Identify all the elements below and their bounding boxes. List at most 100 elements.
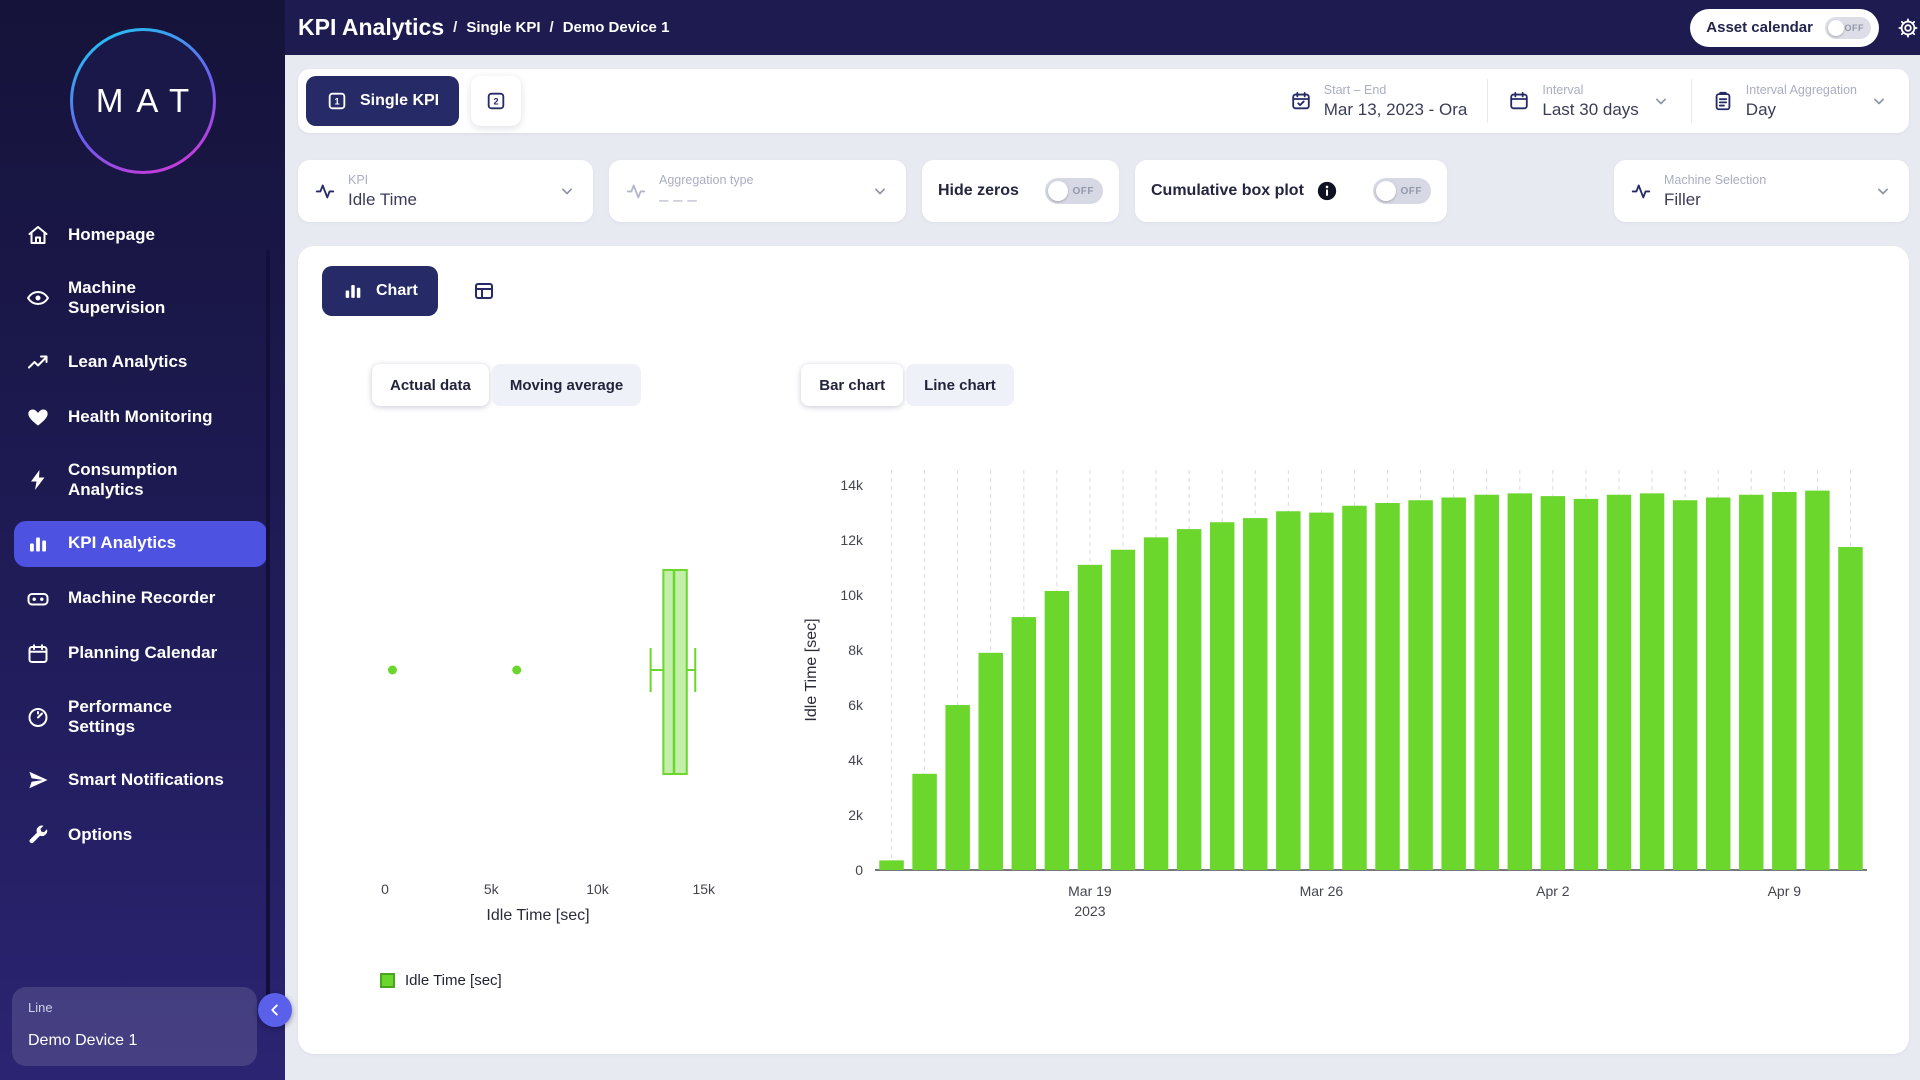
breadcrumb-separator: / <box>550 19 554 36</box>
hide-zeros-toggle[interactable]: OFF <box>1045 178 1103 204</box>
sidebar-item-options[interactable]: Options <box>14 812 267 858</box>
sidebar-item-consumption-analytics[interactable]: Consumption Analytics <box>14 449 267 512</box>
bar-chart-icon <box>342 280 364 302</box>
calendar-icon <box>1508 90 1530 112</box>
chart-tab-button[interactable]: Chart <box>322 266 438 316</box>
data-mode-moving-average[interactable]: Moving average <box>492 364 641 406</box>
svg-text:Apr 2: Apr 2 <box>1536 883 1570 899</box>
svg-text:Mar 26: Mar 26 <box>1300 883 1344 899</box>
device-line-label: Line <box>28 1000 241 1015</box>
sidebar: MAT Homepage Machine Supervision Lean Anal… <box>0 0 285 1080</box>
sidebar-collapse-button[interactable] <box>258 993 292 1027</box>
pulse-icon <box>314 180 336 202</box>
sidebar-scrollbar[interactable] <box>266 250 270 1000</box>
sidebar-item-performance-settings[interactable]: Performance Settings <box>14 686 267 749</box>
eye-icon <box>26 286 52 310</box>
sidebar-item-health-monitoring[interactable]: Health Monitoring <box>14 394 267 440</box>
toggle-state: OFF <box>1845 23 1865 33</box>
hide-zeros-label: Hide zeros <box>938 182 1019 200</box>
toolbar-right: Start – End Mar 13, 2023 - Ora Interval … <box>1270 69 1909 133</box>
sidebar-item-label: Health Monitoring <box>68 407 212 427</box>
sidebar-item-machine-recorder[interactable]: Machine Recorder <box>14 576 267 622</box>
asset-calendar-label: Asset calendar <box>1706 19 1813 36</box>
sidebar-item-label: Smart Notifications <box>68 770 224 790</box>
chart-tab-label: Chart <box>376 282 418 300</box>
mat-logo: MAT <box>70 28 216 174</box>
window-2-icon: 2 <box>485 90 507 112</box>
kpi-select[interactable]: KPI Idle Time <box>298 160 593 222</box>
clipboard-icon <box>1712 90 1734 112</box>
chart-type-line-chart[interactable]: Line chart <box>906 364 1014 406</box>
sidebar-item-machine-supervision[interactable]: Machine Supervision <box>14 267 267 330</box>
settings-gear-button[interactable] <box>1897 17 1919 39</box>
chart-type-group: Bar chartLine chart <box>801 364 1014 406</box>
aggregation-type-label: Aggregation type <box>659 173 754 187</box>
machine-selection-select[interactable]: Machine Selection Filler <box>1614 160 1909 222</box>
chart-card-header: Chart <box>322 266 1885 316</box>
chevron-down-icon <box>1873 181 1893 201</box>
table-view-button[interactable] <box>462 269 506 313</box>
sidebar-item-label: Machine Supervision <box>68 278 232 319</box>
svg-text:4k: 4k <box>848 752 864 768</box>
chart-type-bar-chart[interactable]: Bar chart <box>801 364 903 406</box>
svg-text:8k: 8k <box>848 642 864 658</box>
bar-chart[interactable]: 02k4k6k8k10k12k14kMar 192023Mar 26Apr 2A… <box>790 458 1885 928</box>
sidebar-item-smart-notifications[interactable]: Smart Notifications <box>14 757 267 803</box>
cumulative-box-plot-toggle[interactable]: OFF <box>1373 178 1431 204</box>
gauge-icon <box>26 705 52 729</box>
info-icon[interactable] <box>1316 180 1338 202</box>
sidebar-item-lean-analytics[interactable]: Lean Analytics <box>14 339 267 385</box>
single-kpi-button[interactable]: 1 Single KPI <box>306 76 459 126</box>
svg-text:Idle Time [sec]: Idle Time [sec] <box>486 907 589 924</box>
calendar-check-icon <box>1290 90 1312 112</box>
trend-icon <box>26 350 52 374</box>
asset-calendar-control[interactable]: Asset calendar OFF <box>1690 9 1879 47</box>
filter-row: KPI Idle Time Aggregation type – – – Hid… <box>298 160 1909 222</box>
interval-label: Interval <box>1542 83 1638 97</box>
table-icon <box>472 279 496 303</box>
date-range-value: Mar 13, 2023 - Ora <box>1324 100 1468 120</box>
pulse-icon <box>625 180 647 202</box>
charts-row: 05k10k15kIdle Time [sec] 02k4k6k8k10k12k… <box>322 458 1885 928</box>
date-range-select[interactable]: Start – End Mar 13, 2023 - Ora <box>1270 69 1488 133</box>
legend-label: Idle Time [sec] <box>405 972 502 989</box>
toggle-state: OFF <box>1073 186 1095 197</box>
chart-legend: Idle Time [sec] <box>380 972 1885 989</box>
data-mode-actual-data[interactable]: Actual data <box>372 364 489 406</box>
sidebar-item-label: Planning Calendar <box>68 643 217 663</box>
svg-text:14k: 14k <box>840 477 864 493</box>
heart-icon <box>26 405 52 429</box>
box-plot-chart[interactable]: 05k10k15kIdle Time [sec] <box>350 458 780 928</box>
toolbar: 1 Single KPI 2 Start – End Mar 13, 2023 … <box>298 69 1909 133</box>
sidebar-item-planning-calendar[interactable]: Planning Calendar <box>14 631 267 677</box>
single-kpi-label: Single KPI <box>360 92 439 110</box>
toggle-knob <box>1048 181 1068 201</box>
calendar-icon <box>26 642 52 666</box>
aggregation-type-select[interactable]: Aggregation type – – – <box>609 160 906 222</box>
interval-value: Last 30 days <box>1542 100 1638 120</box>
sidebar-item-label: Performance Settings <box>68 697 232 738</box>
interval-aggregation-select[interactable]: Interval Aggregation Day <box>1692 69 1909 133</box>
sidebar-item-homepage[interactable]: Homepage <box>14 212 267 258</box>
logo-text: MAT <box>73 31 213 171</box>
chart-controls: Actual dataMoving average Bar chartLine … <box>372 364 1885 406</box>
wrench-icon <box>26 823 52 847</box>
sidebar-item-label: Lean Analytics <box>68 352 187 372</box>
interval-select[interactable]: Interval Last 30 days <box>1488 69 1690 133</box>
svg-text:10k: 10k <box>840 587 864 603</box>
kpi-value: Idle Time <box>348 190 417 210</box>
svg-text:6k: 6k <box>848 697 864 713</box>
asset-calendar-toggle[interactable]: OFF <box>1825 17 1871 39</box>
bolt-icon <box>26 468 52 492</box>
interval-aggregation-label: Interval Aggregation <box>1746 83 1857 97</box>
chevron-down-icon <box>1869 91 1889 111</box>
multi-kpi-button[interactable]: 2 <box>471 76 521 126</box>
svg-text:2: 2 <box>494 97 499 107</box>
sidebar-item-label: Machine Recorder <box>68 588 215 608</box>
svg-text:12k: 12k <box>840 532 864 548</box>
sidebar-item-kpi-analytics[interactable]: KPI Analytics <box>14 521 267 567</box>
svg-text:Apr 9: Apr 9 <box>1768 883 1802 899</box>
chevron-left-icon <box>264 999 286 1021</box>
page-title: KPI Analytics <box>298 14 444 41</box>
date-range-label: Start – End <box>1324 83 1468 97</box>
